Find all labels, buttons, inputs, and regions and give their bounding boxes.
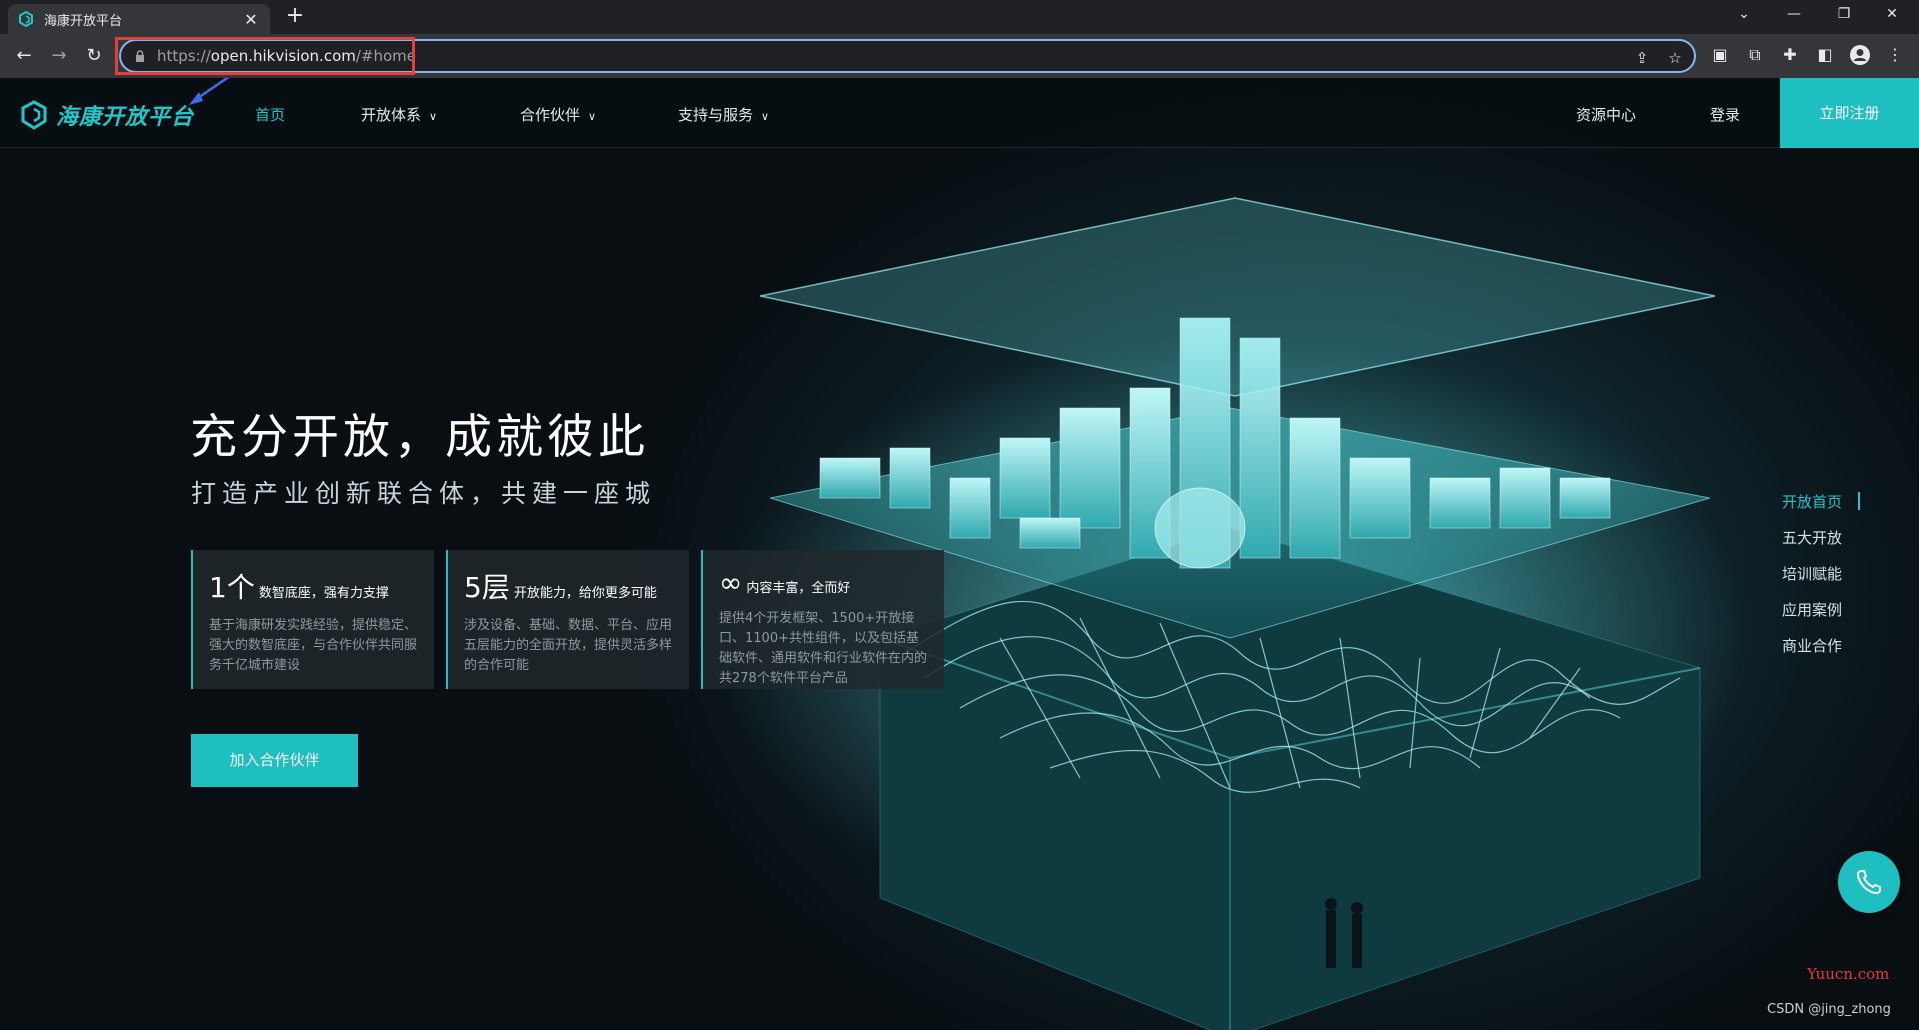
arrow-annotation-icon xyxy=(189,78,230,105)
card-body: 提供4个开发框架、1500+开放接口、1100+共性组件，以及包括基础软件、通用… xyxy=(719,611,928,686)
nav-resources[interactable]: 资源中心 xyxy=(1576,104,1636,125)
card-big-number: 1个 xyxy=(209,571,255,604)
card-title: 数智底座，强有力支撑 xyxy=(258,586,389,601)
tab-close-icon[interactable]: ✕ xyxy=(242,10,260,29)
extension-translate-icon[interactable]: ⧉ xyxy=(1744,44,1766,66)
chevron-down-icon: ∨ xyxy=(429,110,438,123)
contact-phone-button[interactable] xyxy=(1838,851,1900,913)
nav-login[interactable]: 登录 xyxy=(1710,104,1740,125)
reload-icon[interactable]: ↻ xyxy=(82,44,106,68)
feature-card: 5层 开放能力，给你更多可能 涉及设备、基础、数据、平台、应用五层能力的全面开放，… xyxy=(446,550,689,689)
yuucn-watermark: Yuucn.com xyxy=(1807,965,1890,983)
browser-tab[interactable]: 海康开放平台 ✕ xyxy=(8,4,270,34)
card-big-number: 5层 xyxy=(464,571,510,604)
nav-partners[interactable]: 合作伙伴 ∨ xyxy=(520,104,596,125)
share-icon[interactable]: ⇪ xyxy=(1633,49,1651,67)
phone-icon xyxy=(1856,870,1881,895)
csdn-watermark: CSDN @jing_zhong xyxy=(1767,1002,1891,1017)
nav-open-system-label: 开放体系 xyxy=(361,106,422,124)
hikvision-logo-icon xyxy=(21,100,47,130)
extension-reader-icon[interactable]: ▣ xyxy=(1709,44,1731,66)
tab-search-chevron-icon[interactable]: ⌄ xyxy=(1732,6,1756,22)
card-title: 开放能力，给你更多可能 xyxy=(513,586,657,601)
address-bar[interactable]: https://open.hikvision.com/#home ⇪ ☆ xyxy=(115,37,1696,75)
site-logo[interactable]: 海康开放平台 xyxy=(20,99,194,131)
hero-title: 充分开放，成就彼此 xyxy=(190,410,649,465)
nav-support[interactable]: 支持与服务 ∨ xyxy=(678,104,769,125)
join-partner-button[interactable]: 加入合作伙伴 xyxy=(191,734,358,787)
tab-title: 海康开放平台 xyxy=(44,13,123,29)
new-tab-button[interactable]: + xyxy=(283,5,307,29)
feature-card: 1个 数智底座，强有力支撑 基于海康研发实践经验，提供稳定、强大的数智底座，与合作… xyxy=(191,550,434,689)
web-page: 海康开放平台 首页 开放体系 ∨ 合作伙伴 ∨ 支持与服务 ∨ 资源中心 登录 立即注… xyxy=(0,78,1919,1030)
nav-home[interactable]: 首页 xyxy=(255,104,285,125)
browser-tab-bar: 海康开放平台 ✕ + ⌄ — ❐ ✕ xyxy=(0,0,1919,34)
side-nav-item[interactable]: 应用案例 xyxy=(1782,598,1842,634)
extensions-puzzle-icon[interactable]: ✚ xyxy=(1779,44,1801,66)
side-anchor-nav: 开放首页 五大开放 培训赋能 应用案例 商业合作 xyxy=(1782,490,1860,670)
logo-text: 海康开放平台 xyxy=(56,105,195,130)
side-nav-item[interactable]: 五大开放 xyxy=(1782,526,1842,562)
hero-subtitle: 打造产业创新联合体，共建一座城 xyxy=(191,479,657,508)
side-nav-active-indicator xyxy=(1858,492,1860,510)
browser-toolbar: ← → ↻ https://open.hikvision.com/#home ⇪… xyxy=(0,34,1919,78)
register-button[interactable]: 立即注册 xyxy=(1780,78,1919,148)
hikvision-favicon-icon xyxy=(19,11,33,27)
forward-icon[interactable]: → xyxy=(47,44,71,68)
chevron-down-icon: ∨ xyxy=(761,110,770,123)
card-body: 涉及设备、基础、数据、平台、应用五层能力的全面开放，提供灵活多样的合作可能 xyxy=(464,618,673,673)
browser-menu-icon[interactable]: ⋮ xyxy=(1884,44,1906,66)
url-highlight-annotation xyxy=(115,37,415,75)
side-panel-icon[interactable]: ◧ xyxy=(1814,44,1836,66)
infinity-icon: ∞ xyxy=(719,566,743,599)
card-body: 基于海康研发实践经验，提供稳定、强大的数智底座，与合作伙伴共同服务千亿城市建设 xyxy=(209,618,418,673)
close-window-icon[interactable]: ✕ xyxy=(1880,6,1904,22)
profile-avatar-icon[interactable] xyxy=(1849,44,1871,66)
bookmark-star-icon[interactable]: ☆ xyxy=(1666,49,1684,67)
back-icon[interactable]: ← xyxy=(12,44,36,68)
site-header: 海康开放平台 首页 开放体系 ∨ 合作伙伴 ∨ 支持与服务 ∨ 资源中心 登录 立即注… xyxy=(0,78,1919,148)
side-nav-item[interactable]: 开放首页 xyxy=(1782,490,1842,526)
nav-open-system[interactable]: 开放体系 ∨ xyxy=(361,104,437,125)
feature-card: ∞ 内容丰富，全而好 提供4个开发框架、1500+开放接口、1100+共性组件，以… xyxy=(701,550,944,689)
card-title: 内容丰富，全而好 xyxy=(746,581,851,596)
nav-partners-label: 合作伙伴 xyxy=(520,106,581,124)
nav-support-label: 支持与服务 xyxy=(678,106,754,124)
minimize-icon[interactable]: — xyxy=(1782,6,1806,22)
side-nav-item[interactable]: 培训赋能 xyxy=(1782,562,1842,598)
chevron-down-icon: ∨ xyxy=(588,110,597,123)
restore-icon[interactable]: ❐ xyxy=(1832,6,1856,22)
side-nav-item[interactable]: 商业合作 xyxy=(1782,634,1842,670)
